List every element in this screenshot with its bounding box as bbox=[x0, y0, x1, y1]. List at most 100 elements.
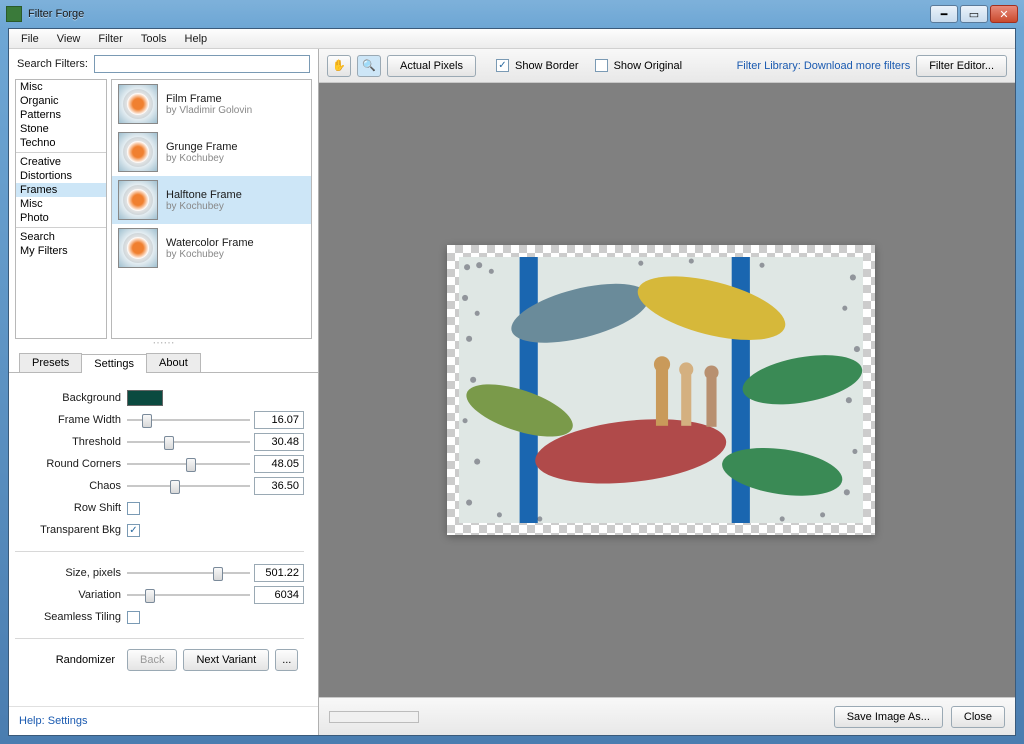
variation-label: Variation bbox=[15, 589, 127, 601]
background-label: Background bbox=[15, 392, 127, 404]
tab-presets[interactable]: Presets bbox=[19, 353, 82, 372]
cat-distortions[interactable]: Distortions bbox=[16, 169, 106, 183]
filter-author: by Kochubey bbox=[166, 249, 254, 260]
bottom-bar: Save Image As... Close bbox=[319, 697, 1015, 735]
transparentbkg-checkbox[interactable]: ✓ bbox=[127, 524, 140, 537]
filter-library-link[interactable]: Filter Library: Download more filters bbox=[737, 60, 911, 72]
client-area: File View Filter Tools Help Search Filte… bbox=[8, 28, 1016, 736]
randomizer-next-button[interactable]: Next Variant bbox=[183, 649, 269, 671]
menu-file[interactable]: File bbox=[13, 31, 47, 47]
cat-techno[interactable]: Techno bbox=[16, 136, 106, 150]
close-dialog-button[interactable]: Close bbox=[951, 706, 1005, 728]
chaos-value[interactable] bbox=[254, 477, 304, 495]
hand-tool-button[interactable]: ✋ bbox=[327, 55, 351, 77]
roundcorners-value[interactable] bbox=[254, 455, 304, 473]
menubar: File View Filter Tools Help bbox=[9, 29, 1015, 49]
threshold-slider[interactable] bbox=[127, 434, 250, 450]
minimize-button[interactable]: ━ bbox=[930, 5, 958, 23]
randomizer-back-button[interactable]: Back bbox=[127, 649, 177, 671]
transparentbkg-label: Transparent Bkg bbox=[15, 524, 127, 536]
left-panel: Search Filters: Misc Organic Patterns St… bbox=[9, 49, 319, 735]
randomizer-more-button[interactable]: ... bbox=[275, 649, 298, 671]
filter-name: Watercolor Frame bbox=[166, 237, 254, 249]
show-original-label: Show Original bbox=[614, 60, 682, 72]
category-list[interactable]: Misc Organic Patterns Stone Techno Creat… bbox=[15, 79, 107, 339]
zoom-tool-button[interactable]: 🔍 bbox=[357, 55, 381, 77]
chaos-slider[interactable] bbox=[127, 478, 250, 494]
maximize-button[interactable]: ▭ bbox=[960, 5, 988, 23]
cat-stone[interactable]: Stone bbox=[16, 122, 106, 136]
background-swatch[interactable] bbox=[127, 390, 163, 406]
framewidth-label: Frame Width bbox=[15, 414, 127, 426]
filter-thumb bbox=[118, 228, 158, 268]
cat-misc[interactable]: Misc bbox=[16, 80, 106, 94]
right-panel: ✋ 🔍 Actual Pixels ✓ Show Border Show Ori… bbox=[319, 49, 1015, 735]
filter-item[interactable]: Film Frameby Vladimir Golovin bbox=[112, 80, 311, 128]
window-title: Filter Forge bbox=[28, 8, 84, 20]
framewidth-slider[interactable] bbox=[127, 412, 250, 428]
filter-author: by Vladimir Golovin bbox=[166, 105, 252, 116]
chaos-label: Chaos bbox=[15, 480, 127, 492]
variation-value[interactable] bbox=[254, 586, 304, 604]
menu-view[interactable]: View bbox=[49, 31, 89, 47]
filter-author: by Kochubey bbox=[166, 201, 242, 212]
rowshift-label: Row Shift bbox=[15, 502, 127, 514]
randomizer-label: Randomizer bbox=[43, 654, 121, 666]
cat-creative[interactable]: Creative bbox=[16, 155, 106, 169]
seamless-checkbox[interactable] bbox=[127, 611, 140, 624]
settings-tabs: Presets Settings About bbox=[9, 345, 318, 373]
tab-about[interactable]: About bbox=[146, 353, 201, 372]
variation-slider[interactable] bbox=[127, 587, 250, 603]
tab-settings[interactable]: Settings bbox=[81, 354, 147, 373]
menu-tools[interactable]: Tools bbox=[133, 31, 175, 47]
menu-help[interactable]: Help bbox=[177, 31, 216, 47]
filter-editor-button[interactable]: Filter Editor... bbox=[916, 55, 1007, 77]
filter-name: Film Frame bbox=[166, 93, 252, 105]
cat-patterns[interactable]: Patterns bbox=[16, 108, 106, 122]
show-border-label: Show Border bbox=[515, 60, 579, 72]
threshold-value[interactable] bbox=[254, 433, 304, 451]
filter-item[interactable]: Grunge Frameby Kochubey bbox=[112, 128, 311, 176]
preview-toolbar: ✋ 🔍 Actual Pixels ✓ Show Border Show Ori… bbox=[319, 49, 1015, 83]
filter-thumb bbox=[118, 180, 158, 220]
preview-canvas[interactable] bbox=[319, 83, 1015, 697]
cat-myfilters[interactable]: My Filters bbox=[16, 244, 106, 258]
filter-list[interactable]: Film Frameby Vladimir Golovin Grunge Fra… bbox=[111, 79, 312, 339]
seamless-label: Seamless Tiling bbox=[15, 611, 127, 623]
rowshift-checkbox[interactable] bbox=[127, 502, 140, 515]
cat-organic[interactable]: Organic bbox=[16, 94, 106, 108]
filter-thumb bbox=[118, 84, 158, 124]
filter-item[interactable]: Halftone Frameby Kochubey bbox=[112, 176, 311, 224]
cat-photo[interactable]: Photo bbox=[16, 211, 106, 225]
help-link[interactable]: Help: Settings bbox=[9, 706, 318, 735]
filter-author: by Kochubey bbox=[166, 153, 238, 164]
roundcorners-label: Round Corners bbox=[15, 458, 127, 470]
filter-item[interactable]: Watercolor Frameby Kochubey bbox=[112, 224, 311, 272]
save-image-button[interactable]: Save Image As... bbox=[834, 706, 943, 728]
titlebar: Filter Forge ━ ▭ ✕ bbox=[0, 0, 1024, 28]
cat-misc2[interactable]: Misc bbox=[16, 197, 106, 211]
app-icon bbox=[6, 6, 22, 22]
menu-filter[interactable]: Filter bbox=[90, 31, 130, 47]
cat-frames[interactable]: Frames bbox=[16, 183, 106, 197]
preview-image bbox=[447, 245, 875, 535]
magnifier-icon: 🔍 bbox=[362, 59, 376, 72]
threshold-label: Threshold bbox=[15, 436, 127, 448]
close-button[interactable]: ✕ bbox=[990, 5, 1018, 23]
cat-search[interactable]: Search bbox=[16, 230, 106, 244]
sizepixels-value[interactable] bbox=[254, 564, 304, 582]
settings-panel: Background Frame Width Threshold Round C… bbox=[9, 373, 318, 706]
framewidth-value[interactable] bbox=[254, 411, 304, 429]
sizepixels-slider[interactable] bbox=[127, 565, 250, 581]
progress-bar bbox=[329, 711, 419, 723]
hand-icon: ✋ bbox=[332, 59, 346, 72]
search-label: Search Filters: bbox=[17, 58, 88, 70]
show-border-checkbox[interactable]: ✓ bbox=[496, 59, 509, 72]
show-original-checkbox[interactable] bbox=[595, 59, 608, 72]
filter-name: Halftone Frame bbox=[166, 189, 242, 201]
search-input[interactable] bbox=[94, 55, 310, 73]
filter-name: Grunge Frame bbox=[166, 141, 238, 153]
roundcorners-slider[interactable] bbox=[127, 456, 250, 472]
sizepixels-label: Size, pixels bbox=[15, 567, 127, 579]
actual-pixels-button[interactable]: Actual Pixels bbox=[387, 55, 476, 77]
